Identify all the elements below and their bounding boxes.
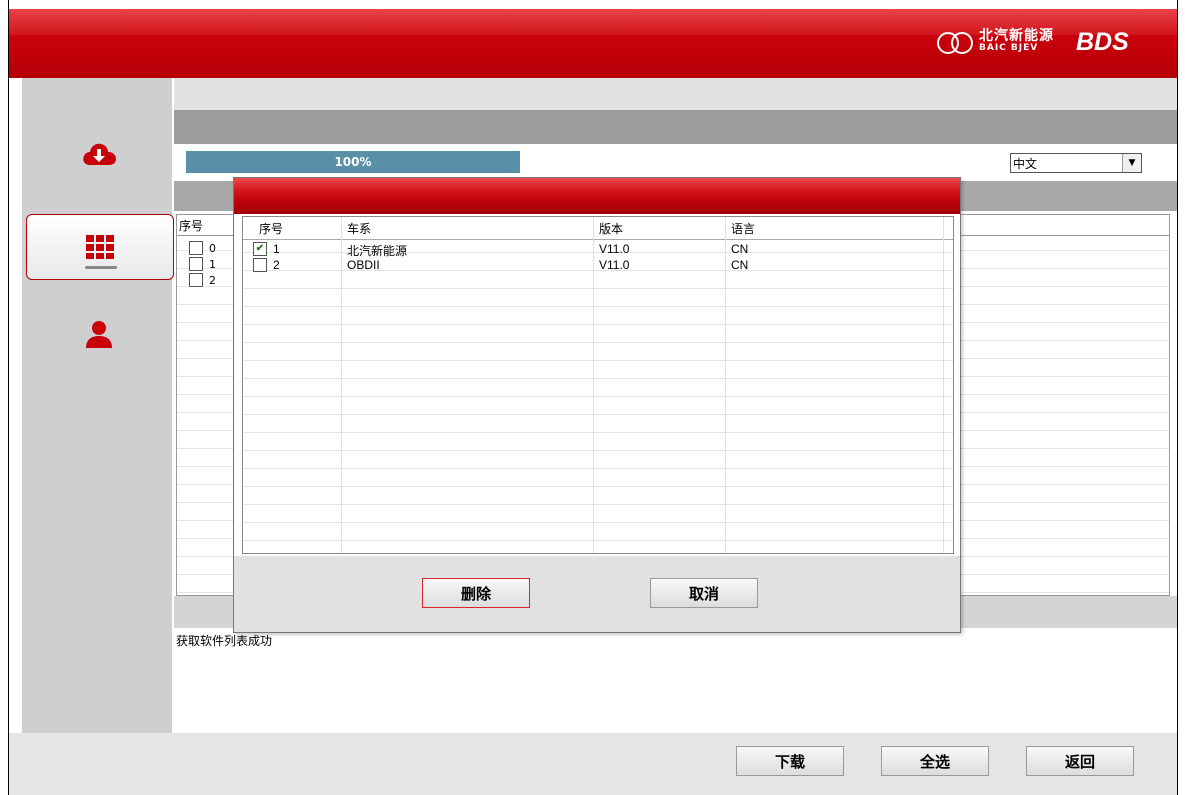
table-row[interactable]: 2 <box>189 273 216 287</box>
list-header: 序号 车系 版本 语言 <box>243 217 953 240</box>
row-version: V11.0 <box>599 258 630 272</box>
language-select[interactable]: 中文 ▼ <box>1010 153 1142 173</box>
row-index: 2 <box>273 258 280 272</box>
status-message: 获取软件列表成功 <box>176 634 273 648</box>
row-index: 1 <box>209 257 216 271</box>
user-icon <box>86 321 112 348</box>
delete-dialog: 序号 车系 版本 语言 ✔ 1 北汽新能源 V11.0 CN 2 OBDII V… <box>233 177 961 633</box>
column-index[interactable]: 序号 <box>259 220 283 237</box>
progress-text: 100% <box>334 155 372 169</box>
column-language[interactable]: 语言 <box>731 220 755 237</box>
toolbar-strip <box>174 78 1177 110</box>
back-button[interactable]: 返回 <box>1026 746 1134 776</box>
download-button[interactable]: 下载 <box>736 746 844 776</box>
installed-list: 序号 车系 版本 语言 ✔ 1 北汽新能源 V11.0 CN 2 OBDII V… <box>242 216 954 554</box>
list-item[interactable]: 2 OBDII V11.0 CN <box>243 257 953 273</box>
language-value: 中文 <box>1013 157 1038 171</box>
row-checkbox-checked[interactable]: ✔ <box>253 242 267 256</box>
row-language: CN <box>731 242 749 256</box>
row-version: V11.0 <box>599 242 630 256</box>
cloud-download-icon <box>83 143 116 165</box>
product-name: BDS <box>1076 27 1129 56</box>
app-header: 北汽新能源 BAIC BJEV BDS <box>9 0 1177 78</box>
chevron-down-icon[interactable]: ▼ <box>1122 154 1141 172</box>
window-border-left <box>8 0 9 795</box>
baic-logo-icon <box>935 30 975 54</box>
sidebar <box>22 78 174 733</box>
row-checkbox[interactable] <box>189 257 203 271</box>
row-index: 0 <box>209 241 216 255</box>
active-indicator <box>85 266 117 269</box>
row-checkbox[interactable] <box>253 258 267 272</box>
dialog-title-bar <box>234 178 960 214</box>
table-row[interactable]: 1 <box>189 257 216 271</box>
row-language: CN <box>731 258 749 272</box>
footer-bar: 下载 全选 返回 <box>9 733 1177 795</box>
column-series[interactable]: 车系 <box>347 220 371 237</box>
window-border-right <box>1177 0 1178 795</box>
dialog-button-bar: 删除 取消 <box>234 556 960 632</box>
row-checkbox[interactable] <box>189 273 203 287</box>
download-progress-bar: 100% <box>186 151 520 173</box>
select-all-button[interactable]: 全选 <box>881 746 989 776</box>
column-index-header: 序号 <box>179 219 204 233</box>
logo-cn-text: 北汽新能源 <box>979 28 1054 44</box>
row-series: OBDII <box>347 258 380 272</box>
row-checkbox[interactable] <box>189 241 203 255</box>
cancel-button[interactable]: 取消 <box>650 578 758 608</box>
list-item[interactable]: ✔ 1 北汽新能源 V11.0 CN <box>243 241 953 258</box>
table-row[interactable]: 0 <box>189 241 216 255</box>
row-index: 1 <box>273 242 280 256</box>
delete-button[interactable]: 删除 <box>422 578 530 608</box>
sidebar-item-download[interactable] <box>26 122 172 186</box>
sidebar-item-apps[interactable] <box>26 214 174 280</box>
grid-icon <box>86 235 114 259</box>
toolbar-strip-dark <box>174 110 1177 144</box>
row-index: 2 <box>209 273 216 287</box>
column-version[interactable]: 版本 <box>599 220 623 237</box>
sidebar-item-user[interactable] <box>26 302 172 366</box>
brand-logo: 北汽新能源 BAIC BJEV BDS <box>935 26 1129 58</box>
